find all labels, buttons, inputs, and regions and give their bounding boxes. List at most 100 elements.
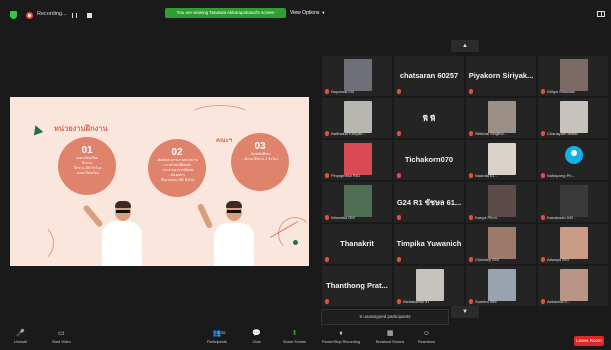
slide-person-illustration — [196, 193, 262, 266]
toolbar-button-label: Chat — [252, 340, 261, 344]
toolbar-button-label: Start Video — [52, 340, 71, 344]
screen-share-banner: You are viewing Tanawat Akkarapokasol's … — [165, 8, 286, 18]
meeting-toolbar: 🎤 Unmute ▭ Start Video 👥 35 Participants 💬 Chat ⬆… — [0, 328, 611, 350]
participant-tile[interactable]: Wanwisa 050 — [321, 181, 393, 223]
step-number: 02 — [171, 147, 183, 158]
mic-muted-icon — [397, 131, 401, 136]
step-line: - ฝึกงานครบ 280 ชั่วโมง — [159, 178, 195, 182]
participant-tile[interactable]: Tichakorn070 — [393, 139, 465, 181]
mic-muted-icon — [469, 299, 473, 304]
participant-video — [344, 143, 372, 175]
participant-video — [416, 269, 444, 301]
participant-video — [560, 227, 588, 259]
participant-tile[interactable]: Nuanda 61... — [465, 139, 537, 181]
participant-name: Wanwisa 050 — [331, 215, 355, 220]
chevron-down-icon: ▼ — [462, 309, 468, 315]
participant-tile[interactable]: Thanakrit — [321, 223, 393, 265]
participant-tile[interactable]: Nuparnan 04 — [321, 55, 393, 97]
participant-tile[interactable]: Natthakul Kanyab... — [321, 97, 393, 139]
mic-muted-icon — [325, 257, 329, 262]
leave-room-button[interactable]: Leave Room — [574, 336, 604, 346]
participant-tile[interactable]: Sittichai Singtho... — [465, 97, 537, 139]
slide-step-circle: 03 - นิเทศนักศึกษา - สัมมนาฝึกงาน 3 ชั่ว… — [231, 133, 289, 191]
gallery-view-icon[interactable] — [597, 11, 605, 17]
gallery-page-down-button[interactable]: ▼ — [451, 306, 479, 318]
breakout-rooms-button[interactable]: ▦ Breakout Rooms — [376, 330, 404, 344]
slide-decoration — [30, 123, 44, 136]
mic-muted-button[interactable]: 🎤 Unmute — [14, 330, 27, 344]
participant-name: Sumitra 066 — [475, 299, 497, 304]
participant-tile[interactable]: Atiwaya 063 — [537, 223, 609, 265]
participant-name: Timpika Yuwanich — [396, 239, 462, 248]
slide-step-circle: 01 ลงทะเบียนเรียน ฝึกงาน - ฝึกงาน 280 ชั… — [58, 137, 116, 195]
participant-name: G24 R1 ขัชษล 61... — [396, 198, 462, 207]
chat-button[interactable]: 💬 Chat — [252, 330, 261, 344]
participant-tile[interactable]: chatsaran 60257 — [393, 55, 465, 97]
step-number: 03 — [254, 141, 266, 152]
participant-name: Pinyaphitsa R61 — [331, 173, 361, 178]
reactions-button[interactable]: ☺ Reactions — [418, 330, 435, 344]
participant-name: Thanakrit — [340, 239, 374, 248]
participant-tile[interactable]: Piyakorn Siriyak... — [465, 55, 537, 97]
participant-tile[interactable]: ฟี ฟี — [393, 97, 465, 139]
participant-tile[interactable]: Timpika Yuwanich — [393, 223, 465, 265]
slide-decoration — [293, 240, 298, 245]
participant-video — [488, 185, 516, 217]
participant-video — [488, 227, 516, 259]
participant-name: Aekachai 0... — [547, 299, 571, 304]
toolbar-button-label: Share Screen — [283, 340, 307, 344]
participant-tile[interactable]: Thanthong Prat... — [321, 265, 393, 307]
participant-video — [488, 101, 516, 133]
stop-recording-icon[interactable] — [87, 13, 92, 18]
participant-tile[interactable]: Nuttapong Ph... — [537, 139, 609, 181]
participant-tile[interactable]: Nichakamol 51 — [393, 265, 465, 307]
mic-muted-icon — [325, 173, 329, 178]
gallery-page-up-button[interactable]: ▲ — [451, 40, 479, 52]
shield-icon[interactable] — [10, 11, 17, 19]
video-off-button[interactable]: ▭ Start Video — [52, 330, 71, 344]
mic-muted-icon — [541, 89, 545, 94]
participant-tile[interactable]: Chanayuth Naktu — [537, 97, 609, 139]
mic-muted-icon — [325, 299, 329, 304]
participant-tile[interactable]: Sumitra 066 — [465, 265, 537, 307]
share-screen-button[interactable]: ⬆ Share Screen — [283, 330, 306, 344]
recording-button[interactable]: ⏸ Pause/Stop Recording — [322, 330, 360, 344]
slide-step-circle: 02 - ติดต่อประสานงานหน่วยงาน - การทำหนัง… — [148, 139, 206, 197]
participant-name: Nuparnan 04 — [331, 89, 355, 94]
participant-tile[interactable]: Pinyaphitsa R61 — [321, 139, 393, 181]
participant-video — [344, 59, 372, 91]
participant-name: Natthakul Kanyab... — [331, 131, 366, 136]
video-off-icon: ▭ — [58, 330, 65, 337]
toolbar-button-label: Participants — [207, 340, 227, 344]
chevron-up-icon: ▲ — [462, 43, 468, 49]
mic-muted-icon — [397, 89, 401, 94]
participants-button[interactable]: 👥 35 Participants — [207, 330, 227, 344]
toolbar-button-label: Pause/Stop Recording — [322, 340, 360, 344]
participant-video — [560, 59, 588, 91]
chevron-down-icon: ▼ — [321, 10, 326, 15]
view-options-button[interactable]: View Options ▼ — [290, 10, 325, 16]
mic-muted-icon — [325, 131, 329, 136]
toolbar-button-label: Unmute — [14, 340, 28, 344]
mic-muted-icon — [397, 299, 401, 304]
participant-video — [344, 185, 372, 217]
participant-tile[interactable]: Kanya Phon... — [465, 181, 537, 223]
share-screen-icon: ⬆ — [291, 330, 298, 337]
participant-tile[interactable]: G24 R1 ขัชษล 61... — [393, 181, 465, 223]
mic-muted-icon — [469, 215, 473, 220]
participant-video — [560, 185, 588, 217]
participant-name: Kanokwan 049 — [547, 215, 574, 220]
participant-name: Piyakorn Siriyak... — [468, 71, 534, 80]
mic-muted-icon — [541, 215, 545, 220]
participant-tile[interactable]: Chindary 055 — [465, 223, 537, 265]
participant-name: Tichakorn070 — [404, 155, 454, 164]
participant-name: Kanya Phon... — [475, 215, 501, 220]
step-number: 01 — [81, 145, 93, 156]
participant-tile[interactable]: Kittiya Srisuwan — [537, 55, 609, 97]
participant-tile[interactable]: Aekachai 0... — [537, 265, 609, 307]
recording-label: Recording... — [37, 11, 67, 17]
unassigned-participants-button[interactable]: 5 unassigned participants — [321, 309, 449, 325]
pause-recording-icon[interactable] — [72, 13, 77, 18]
participant-tile[interactable]: Kanokwan 049 — [537, 181, 609, 223]
participant-name: Thanthong Prat... — [326, 281, 388, 290]
